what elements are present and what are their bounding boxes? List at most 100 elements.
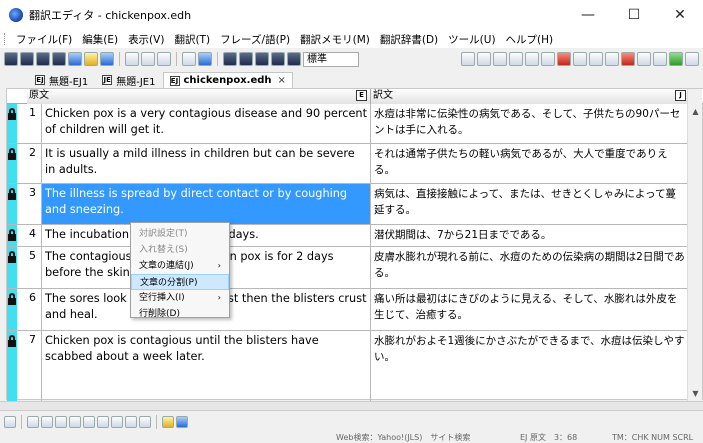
more-icon[interactable] — [685, 52, 699, 66]
menu-item-join-sentences[interactable]: 文章の連結(J) › — [131, 258, 229, 274]
target-column-icon[interactable]: J — [675, 90, 686, 101]
dictionary-search-icon[interactable] — [637, 52, 651, 66]
save-icon[interactable] — [100, 52, 114, 66]
stop-icon[interactable] — [287, 52, 301, 66]
source-cell-selected[interactable]: The illness is spread by direct contact … — [41, 184, 371, 224]
row-number: 5 — [29, 249, 36, 262]
row-number: 1 — [29, 106, 36, 119]
source-cell[interactable]: It is usually a mild illness in children… — [41, 144, 371, 183]
layout-icon[interactable] — [493, 52, 507, 66]
document-icon: EJ — [169, 75, 180, 86]
table-row[interactable]: 1 Chicken pox is a very contagious disea… — [7, 104, 689, 144]
al-icon[interactable] — [162, 416, 174, 428]
source-cell[interactable]: Chicken pox is a very contagious disease… — [41, 104, 371, 143]
table-row[interactable]: 3 The illness is spread by direct contac… — [7, 184, 689, 225]
mode-indicators: TM：CHK NUM SCRL — [612, 433, 694, 442]
target-cell[interactable]: それは通常子供たちの軽い病気であるが、大人で重度でありえる。 — [371, 144, 689, 180]
ref-pane-1-icon[interactable] — [27, 416, 39, 428]
source-cell[interactable]: Chicken pox is contagious until the blis… — [41, 331, 371, 401]
dictionary-pane-icon[interactable] — [4, 416, 16, 428]
menu-item-alignment-settings[interactable]: 対訳設定(T) — [131, 226, 229, 242]
translate-jump-icon[interactable] — [271, 52, 285, 66]
paste-icon[interactable] — [157, 52, 171, 66]
reference-icon[interactable] — [509, 52, 523, 66]
menu-edit[interactable]: 編集(E) — [77, 32, 123, 47]
lock-icon — [8, 108, 16, 120]
tab-untitled-ej[interactable]: EJ 無題-EJ1 — [28, 72, 95, 88]
style-combo[interactable]: 標準 — [303, 51, 359, 67]
heart-icon[interactable] — [557, 52, 571, 66]
menu-file[interactable]: ファイル(F) — [11, 32, 77, 47]
target-cell[interactable]: 水膨れがおよそ1週後にかさぶたができるまで、水痘は伝染しやすい。 — [371, 331, 689, 367]
screen-icon[interactable] — [605, 52, 619, 66]
user-dict-icon[interactable] — [669, 52, 683, 66]
translate-next-icon[interactable] — [239, 52, 253, 66]
menu-view[interactable]: 表示(V) — [123, 32, 169, 47]
table-row[interactable]: 2 It is usually a mild illness in childr… — [7, 144, 689, 184]
minimize-button[interactable]: — — [565, 0, 611, 30]
print-icon[interactable] — [589, 52, 603, 66]
web-search-status[interactable]: Web検索：Yahoo!(JLS) サイト検索 — [336, 433, 470, 443]
ref-pane-3-icon[interactable] — [55, 416, 67, 428]
tab-untitled-je[interactable]: JE 無題-JE1 — [95, 72, 162, 88]
cut-icon[interactable] — [125, 52, 139, 66]
ref-pane-4-icon[interactable] — [69, 416, 81, 428]
batch-mode-icon[interactable] — [52, 52, 66, 66]
status-bar: Web検索：Yahoo!(JLS) サイト検索 EJ 原文 3：68 TM：CH… — [0, 433, 703, 443]
ej-mode-icon[interactable] — [4, 52, 18, 66]
ref-pane-2-icon[interactable] — [41, 416, 53, 428]
table-row[interactable]: 5 The contagious period for chicken pox … — [7, 247, 689, 289]
menu-translation-memory[interactable]: 翻訳メモリ(M) — [295, 32, 375, 47]
ref-pane-9-icon[interactable] — [139, 416, 151, 428]
pane-splitter[interactable] — [0, 401, 703, 411]
source-column-icon[interactable]: E — [356, 90, 367, 101]
menu-phrase[interactable]: フレーズ/語(P) — [215, 32, 295, 47]
menu-item-split-sentence[interactable]: 文章の分割(P) — [131, 274, 229, 290]
menu-dictionary[interactable]: 翻訳辞書(D) — [375, 32, 443, 47]
word-register-icon[interactable] — [653, 52, 667, 66]
scroll-down-icon[interactable]: ▼ — [688, 386, 703, 401]
main-toolbar: 標準 — [0, 48, 703, 70]
filter-icon[interactable] — [573, 52, 587, 66]
table-row[interactable]: 7 Chicken pox is contagious until the bl… — [7, 331, 689, 401]
target-cell[interactable]: 水痘は非常に伝染性の病気である、そして、子供たちの90パーセントは手に入れる。 — [371, 104, 689, 140]
tab-chickenpox[interactable]: EJ chickenpox.edh × — [162, 72, 293, 88]
je-mode-icon[interactable] — [20, 52, 34, 66]
target-cell[interactable]: 潜伏期間は、7から21日までである。 — [371, 225, 689, 245]
ref-pane-6-icon[interactable] — [97, 416, 109, 428]
menu-item-insert-blank-line[interactable]: 空行挿入(I) › — [131, 290, 229, 306]
globe-icon[interactable] — [68, 52, 82, 66]
scroll-up-icon[interactable]: ▲ — [688, 104, 703, 119]
translate-mode-icon[interactable] — [36, 52, 50, 66]
tab-close-icon[interactable]: × — [278, 75, 286, 86]
menu-translate[interactable]: 翻訳(T) — [169, 32, 215, 47]
app-logo-icon — [9, 8, 23, 22]
refresh-icon[interactable] — [176, 416, 188, 428]
table-row[interactable]: 4 The incubation period is 7 to 21 days.… — [7, 225, 689, 247]
translate-all-icon[interactable] — [223, 52, 237, 66]
help-icon[interactable] — [198, 52, 212, 66]
vertical-scrollbar[interactable]: ▲ ▼ — [687, 89, 702, 401]
ref-pane-7-icon[interactable] — [111, 416, 123, 428]
maximize-button[interactable]: ☐ — [611, 0, 657, 30]
copy-icon[interactable] — [141, 52, 155, 66]
grid-view-icon[interactable] — [477, 52, 491, 66]
ref-pane-8-icon[interactable] — [125, 416, 137, 428]
open-folder-icon[interactable] — [84, 52, 98, 66]
dictionary-book-icon[interactable] — [621, 52, 635, 66]
target-cell[interactable]: 皮膚水膨れが現れる前に、水痘のための伝染病の期間は2日間である。 — [371, 247, 689, 283]
dict-lookup-icon[interactable] — [461, 52, 475, 66]
menu-tools[interactable]: ツール(U) — [443, 32, 500, 47]
target-cell[interactable]: 病気は、直接接触によって、または、せきとくしゃみによって蔓延する。 — [371, 184, 689, 220]
undo-icon[interactable] — [182, 52, 196, 66]
target-cell[interactable]: 痛い所は最初はにきびのように見える、そして、水膨れは外皮を生じて、治癒する。 — [371, 289, 689, 325]
menu-item-swap[interactable]: 入れ替え(S) — [131, 242, 229, 258]
menu-item-delete-row[interactable]: 行削除(D) — [131, 306, 229, 322]
memory-register-icon[interactable] — [541, 52, 555, 66]
translate-cursor-icon[interactable] — [255, 52, 269, 66]
ref-pane-5-icon[interactable] — [83, 416, 95, 428]
table-row[interactable]: 6 The sores look like pimples at first t… — [7, 289, 689, 331]
memory-icon[interactable] — [525, 52, 539, 66]
close-button[interactable]: ✕ — [657, 0, 703, 30]
menu-help[interactable]: ヘルプ(H) — [501, 32, 559, 47]
